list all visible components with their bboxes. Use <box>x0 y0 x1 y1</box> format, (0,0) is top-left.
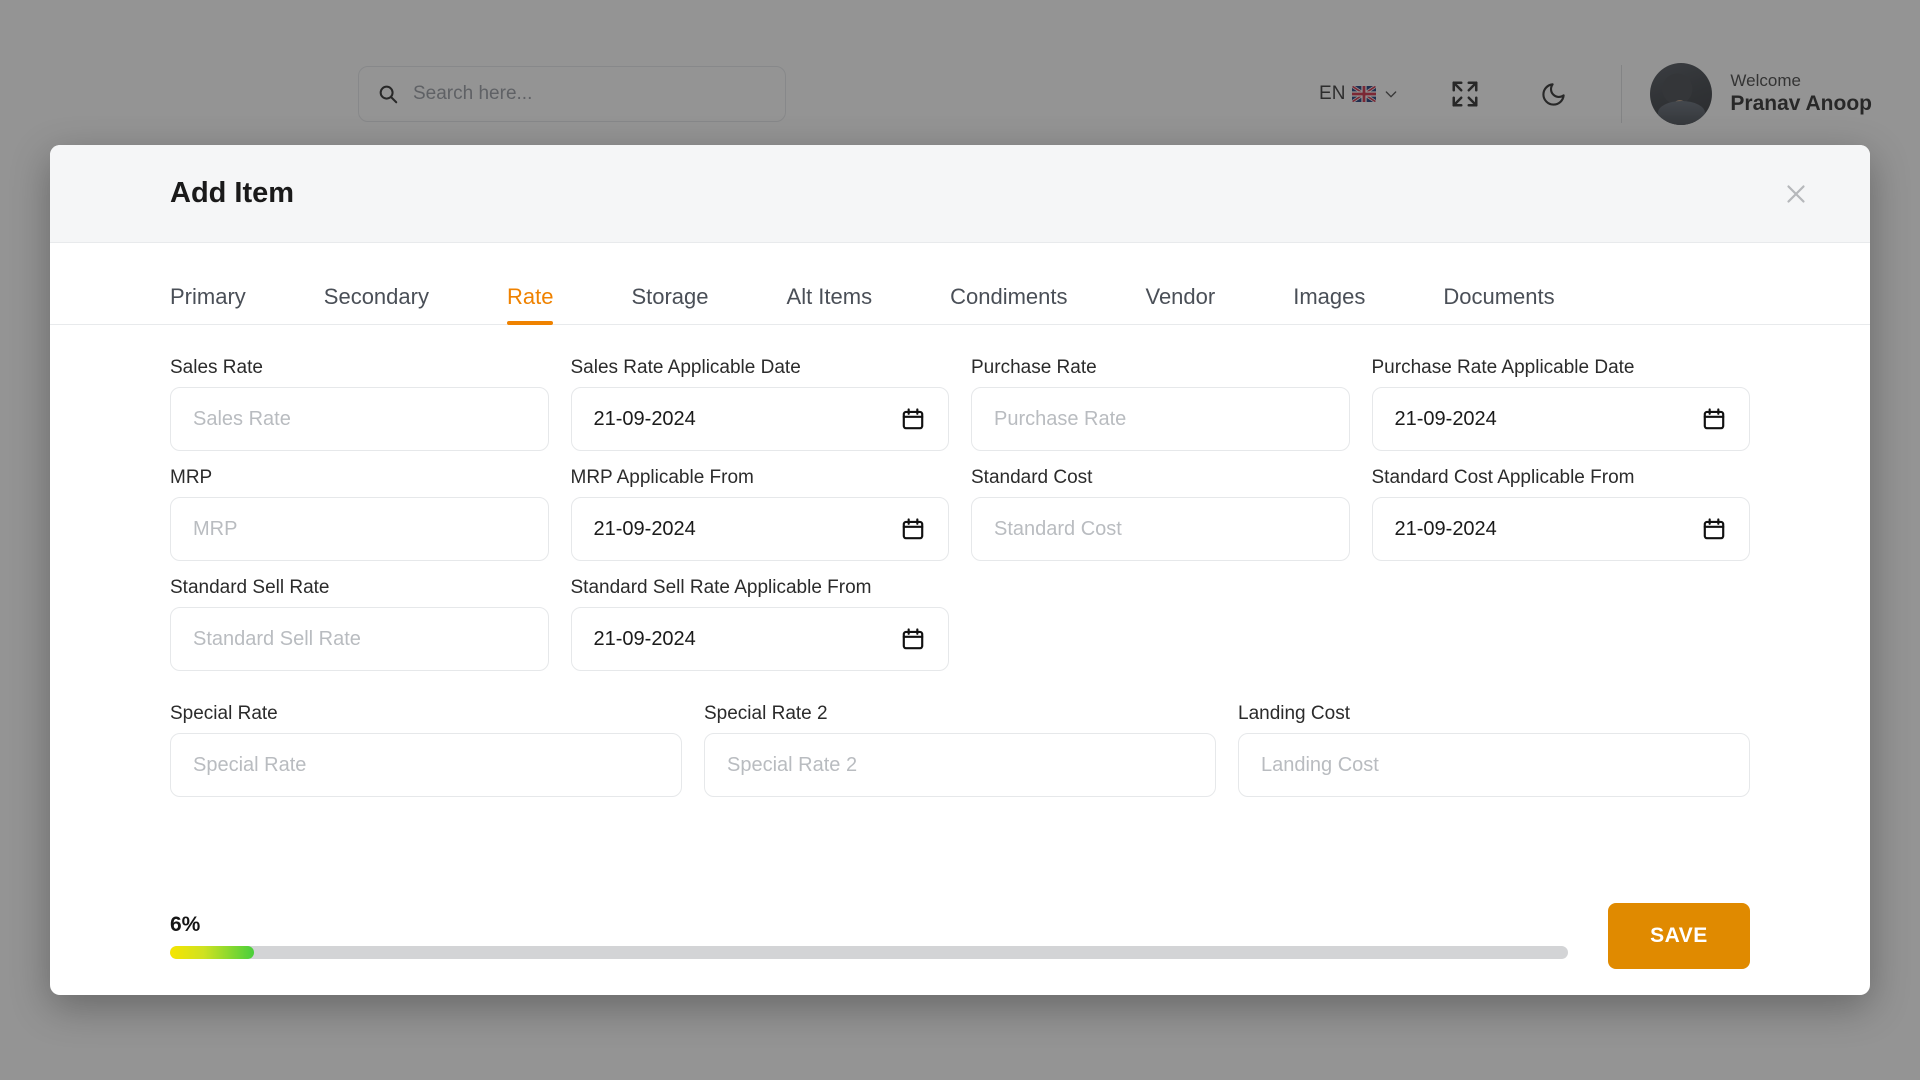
progress-fill <box>170 946 254 959</box>
save-button[interactable]: SAVE <box>1608 903 1750 969</box>
landing-cost-input-wrap[interactable] <box>1238 733 1750 797</box>
field-label: Special Rate 2 <box>704 703 828 724</box>
special-rate-2-input[interactable] <box>727 753 1193 777</box>
standard-sell-rate-date-input[interactable] <box>593 627 900 651</box>
field-label: Special Rate <box>170 703 278 724</box>
field-standard-sell-rate: Standard Sell Rate <box>170 577 549 671</box>
add-item-modal: Add Item Primary Secondary Rate Storage … <box>50 145 1870 995</box>
field-label: Standard Cost <box>971 467 1093 488</box>
modal-header: Add Item <box>50 145 1870 243</box>
grid-spacer <box>971 577 1350 687</box>
special-rate-2-input-wrap[interactable] <box>704 733 1216 797</box>
grid-spacer <box>1372 577 1751 687</box>
standard-cost-input[interactable] <box>994 517 1327 541</box>
special-rate-input-wrap[interactable] <box>170 733 682 797</box>
standard-cost-date-input-wrap[interactable] <box>1371 497 1750 561</box>
field-mrp: MRP <box>170 467 549 561</box>
field-label: MRP <box>170 467 213 488</box>
standard-cost-input-wrap[interactable] <box>971 497 1350 561</box>
modal-footer: 6% SAVE <box>50 877 1870 995</box>
application-root: EN <box>0 0 1920 1080</box>
purchase-rate-input[interactable] <box>994 407 1327 431</box>
tab-alt-items[interactable]: Alt Items <box>787 284 873 324</box>
mrp-date-input-wrap[interactable] <box>570 497 949 561</box>
sales-rate-input[interactable] <box>193 407 526 431</box>
tab-primary[interactable]: Primary <box>170 284 246 324</box>
field-special-rate: Special Rate <box>170 703 682 797</box>
field-purchase-rate-applicable-date: Purchase Rate Applicable Date <box>1371 357 1750 451</box>
tab-vendor[interactable]: Vendor <box>1145 284 1215 324</box>
field-label: Sales Rate Applicable Date <box>570 357 801 378</box>
close-icon[interactable] <box>1774 172 1818 216</box>
form-progress: 6% <box>170 913 1568 959</box>
modal-body: Sales Rate Sales Rate Applicable Date <box>50 325 1870 877</box>
purchase-rate-input-wrap[interactable] <box>971 387 1350 451</box>
modal-tabs: Primary Secondary Rate Storage Alt Items… <box>50 243 1870 325</box>
calendar-icon[interactable] <box>1701 516 1727 542</box>
field-label: Purchase Rate Applicable Date <box>1371 357 1635 378</box>
standard-sell-rate-input[interactable] <box>193 627 526 651</box>
page-title: Add Item <box>170 177 295 209</box>
standard-sell-rate-date-input-wrap[interactable] <box>570 607 949 671</box>
progress-percent-label: 6% <box>170 913 201 936</box>
field-label: Standard Sell Rate Applicable From <box>570 577 872 598</box>
tab-documents[interactable]: Documents <box>1443 284 1554 324</box>
tab-condiments[interactable]: Condiments <box>950 284 1067 324</box>
purchase-rate-date-input-wrap[interactable] <box>1371 387 1750 451</box>
field-sales-rate-applicable-date: Sales Rate Applicable Date <box>570 357 949 451</box>
field-standard-sell-rate-applicable-from: Standard Sell Rate Applicable From <box>570 577 949 671</box>
tab-storage[interactable]: Storage <box>631 284 708 324</box>
landing-cost-input[interactable] <box>1261 753 1727 777</box>
calendar-icon[interactable] <box>900 626 926 652</box>
calendar-icon[interactable] <box>1701 406 1727 432</box>
field-purchase-rate: Purchase Rate <box>971 357 1350 451</box>
sales-rate-date-input[interactable] <box>593 407 900 431</box>
field-label: Sales Rate <box>170 357 263 378</box>
field-special-rate-2: Special Rate 2 <box>704 703 1216 797</box>
mrp-date-input[interactable] <box>593 517 900 541</box>
field-label: Standard Cost Applicable From <box>1371 467 1635 488</box>
field-label: Standard Sell Rate <box>170 577 330 598</box>
field-mrp-applicable-from: MRP Applicable From <box>570 467 949 561</box>
field-landing-cost: Landing Cost <box>1238 703 1750 797</box>
purchase-rate-date-input[interactable] <box>1394 407 1701 431</box>
tab-images[interactable]: Images <box>1293 284 1365 324</box>
field-label: Purchase Rate <box>971 357 1097 378</box>
field-label: MRP Applicable From <box>570 467 754 488</box>
field-sales-rate: Sales Rate <box>170 357 549 451</box>
tab-secondary[interactable]: Secondary <box>324 284 429 324</box>
tab-rate[interactable]: Rate <box>506 284 554 325</box>
field-standard-cost: Standard Cost <box>971 467 1350 561</box>
sales-rate-input-wrap[interactable] <box>170 387 549 451</box>
rate-fields-grid: Sales Rate Sales Rate Applicable Date <box>170 357 1750 687</box>
field-standard-cost-applicable-from: Standard Cost Applicable From <box>1371 467 1750 561</box>
standard-cost-date-input[interactable] <box>1394 517 1701 541</box>
progress-track <box>170 946 1568 959</box>
standard-sell-rate-input-wrap[interactable] <box>170 607 549 671</box>
field-label: Landing Cost <box>1238 703 1350 724</box>
special-rate-input[interactable] <box>193 753 659 777</box>
special-rate-grid: Special Rate Special Rate 2 Landing Cost <box>170 703 1750 813</box>
calendar-icon[interactable] <box>900 406 926 432</box>
mrp-input[interactable] <box>193 517 526 541</box>
mrp-input-wrap[interactable] <box>170 497 549 561</box>
sales-rate-date-input-wrap[interactable] <box>570 387 949 451</box>
calendar-icon[interactable] <box>900 516 926 542</box>
